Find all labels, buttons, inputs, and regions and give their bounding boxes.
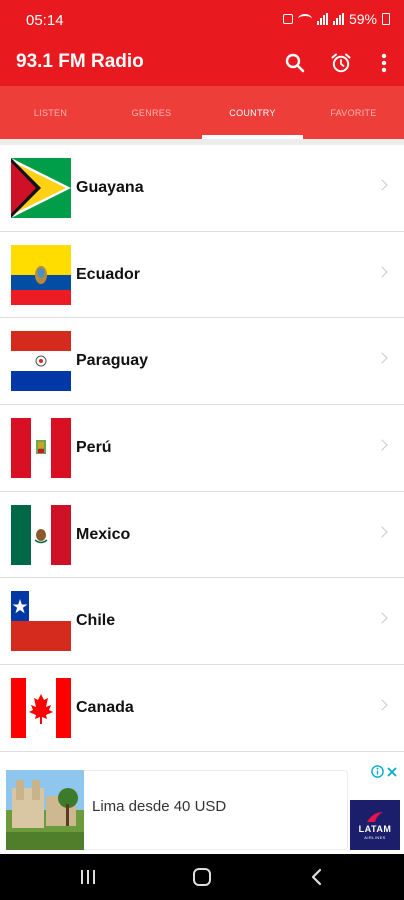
app-bar: 93.1 FM Radio — [0, 40, 404, 86]
paraguay-flag — [11, 331, 71, 392]
signal-icon — [316, 13, 328, 25]
back-icon — [311, 868, 322, 886]
home-button[interactable] — [162, 854, 242, 900]
chevron-right-icon — [376, 699, 388, 711]
chevron-right-icon — [376, 352, 388, 365]
peru-flag — [11, 418, 71, 479]
notification-icon — [282, 14, 293, 24]
chevron-right-icon — [376, 439, 388, 451]
country-name: Chile — [76, 612, 116, 630]
app-title: 93.1 FM Radio — [16, 51, 144, 72]
ad-logo-subtext: AIRLINES — [364, 835, 386, 840]
list-item-guayana[interactable]: Guayana — [0, 145, 404, 232]
country-name: Canada — [76, 699, 134, 717]
country-name: Paraguay — [76, 352, 149, 370]
wifi-icon — [297, 14, 312, 24]
canada-flag — [11, 678, 71, 739]
search-icon — [285, 53, 305, 73]
recent-apps-icon — [81, 870, 95, 884]
ecuador-flag — [11, 244, 71, 305]
tab-genres[interactable]: GENRES — [101, 86, 202, 139]
ad-choices[interactable] — [371, 765, 398, 778]
tab-country[interactable]: COUNTRY — [202, 86, 303, 139]
app-bar-actions — [272, 40, 404, 86]
alarm-icon — [331, 53, 351, 73]
ad-text[interactable]: Lima desde 40 USD — [92, 798, 226, 815]
list-item-ecuador[interactable]: Ecuador — [0, 232, 404, 319]
list-item-paraguay[interactable]: Paraguay — [0, 318, 404, 406]
country-name: Ecuador — [76, 265, 141, 283]
status-bar: 05:14 59% — [0, 0, 404, 40]
ad-image[interactable] — [6, 770, 84, 850]
chevron-right-icon — [376, 526, 388, 538]
status-icons: 59% — [282, 11, 390, 27]
more-vert-icon — [381, 53, 387, 73]
chevron-right-icon — [376, 179, 388, 191]
signal-icon-2 — [332, 13, 344, 25]
system-nav-bar — [0, 854, 404, 900]
country-name: Mexico — [76, 525, 131, 543]
chevron-right-icon — [376, 612, 388, 625]
list-item-peru[interactable]: Perú — [0, 405, 404, 492]
back-button[interactable] — [276, 854, 356, 900]
country-name: Guayana — [76, 179, 144, 196]
guyana-flag — [11, 158, 71, 218]
ad-banner[interactable]: Lima desde 40 USD LATAM AIRLINES — [0, 760, 404, 854]
more-options-button[interactable] — [364, 40, 404, 86]
latam-logo[interactable]: LATAM AIRLINES — [350, 800, 400, 850]
battery-percent: 59% — [348, 11, 377, 27]
home-icon — [193, 868, 211, 886]
recent-apps-button[interactable] — [48, 854, 128, 900]
tab-listen[interactable]: LISTEN — [0, 86, 101, 139]
status-time: 05:14 — [26, 12, 64, 29]
list-item-canada[interactable]: Canada — [0, 665, 404, 752]
list-item-mexico[interactable]: Mexico — [0, 492, 404, 579]
chevron-right-icon — [376, 266, 388, 278]
latam-bird-icon — [367, 812, 383, 822]
close-icon[interactable] — [386, 766, 398, 778]
tab-bar: LISTEN GENRES COUNTRY FAVORITE — [0, 86, 404, 139]
mexico-flag — [11, 504, 71, 565]
chile-flag — [11, 591, 71, 652]
country-name: Perú — [76, 439, 112, 457]
list-item-chile[interactable]: Chile — [0, 578, 404, 666]
battery-icon — [382, 13, 390, 25]
alarm-button[interactable] — [318, 40, 364, 86]
search-button[interactable] — [272, 40, 318, 86]
ad-logo-text: LATAM — [358, 824, 392, 834]
ad-info-icon[interactable] — [371, 765, 384, 778]
country-list[interactable]: Guayana Ecuador Paraguay Perú Mexico Chi… — [0, 139, 404, 760]
tab-favorite[interactable]: FAVORITE — [303, 86, 404, 139]
